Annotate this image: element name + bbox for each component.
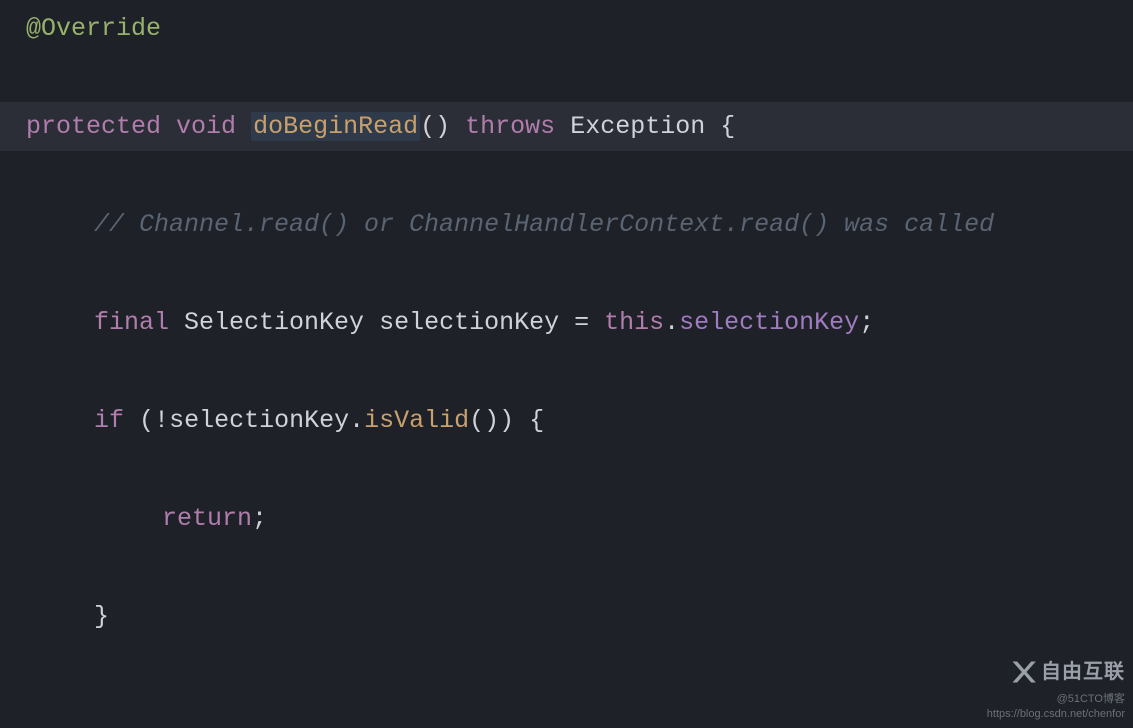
comment-line: // Channel.read() or ChannelHandlerConte… [94,210,994,239]
kw-return: return [162,504,252,533]
type-selectionkey: SelectionKey [184,308,364,337]
kw-protected: protected [26,112,161,141]
field-selectionkey: selectionKey [679,308,859,337]
annotation-override: @Override [26,14,161,43]
brace-close: } [94,602,109,631]
paren-open: ( [420,112,435,141]
kw-this: this [604,308,664,337]
brace-open: { [720,112,735,141]
code-editor[interactable]: @Override protected void doBeginRead() t… [0,0,1133,728]
kw-throws: throws [465,112,555,141]
method-name: doBeginRead [251,112,420,141]
call-isvalid: isValid [364,406,469,435]
kw-void: void [176,112,236,141]
type-exception: Exception [570,112,705,141]
kw-final: final [94,308,169,337]
paren-close: ) [435,112,450,141]
var-selectionkey: selectionKey [379,308,559,337]
kw-if: if [94,406,124,435]
